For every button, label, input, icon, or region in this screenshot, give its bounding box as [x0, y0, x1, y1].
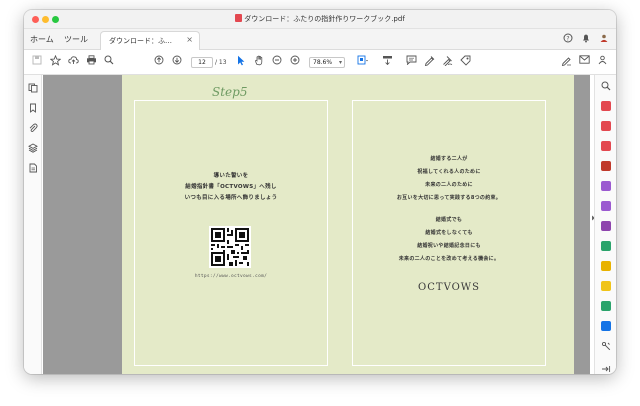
qr-code: [209, 226, 251, 268]
promise-line-3: 未来の二人のために: [425, 182, 473, 188]
main-toolbar: 12 / 13 78.6% ▾: [24, 50, 616, 75]
occasion-line-4: 未来の二人のことを改めて考える機会に。: [398, 256, 500, 262]
attachment-paperclip-icon[interactable]: [28, 123, 38, 133]
save-icon[interactable]: [30, 55, 44, 69]
page-number-input[interactable]: 12: [191, 57, 213, 68]
chevron-down-icon: ▾: [338, 59, 342, 66]
bookmark-icon[interactable]: [28, 103, 38, 113]
zoom-in-icon[interactable]: [288, 55, 302, 69]
fill-sign-icon[interactable]: [601, 201, 611, 211]
help-icon[interactable]: ?: [563, 33, 573, 46]
zoom-level-select[interactable]: 78.6% ▾: [309, 57, 345, 68]
sign-tool-icon[interactable]: [559, 55, 573, 69]
document-canvas[interactable]: Step5 導いた誓いを 結婚指針書「OCTVOWS」へ残し いつも目に入る場所…: [43, 75, 605, 374]
octvows-logo: OCTVOWS: [418, 282, 480, 293]
tab-home[interactable]: ホーム: [30, 34, 54, 45]
zoom-out-icon[interactable]: [270, 55, 284, 69]
layers-icon[interactable]: [28, 143, 38, 153]
combine-files-icon[interactable]: [601, 181, 611, 191]
page-total-label: / 13: [215, 59, 227, 66]
step-heading: Step5: [207, 85, 253, 99]
expand-rail-icon[interactable]: [600, 365, 612, 374]
document-properties-icon[interactable]: [28, 163, 38, 173]
previous-page-icon[interactable]: [152, 55, 166, 69]
window-title: ダウンロード：ふたりの指針作りワークブック.pdf: [244, 15, 405, 23]
tab-tools[interactable]: ツール: [64, 34, 88, 45]
page-thumbnails-icon[interactable]: [28, 83, 38, 93]
edit-pdf-icon[interactable]: [601, 121, 611, 131]
pdf-page: Step5 導いた誓いを 結婚指針書「OCTVOWS」へ残し いつも目に入る場所…: [122, 75, 574, 374]
vow-line-2: 結婚指針書「OCTVOWS」へ残し: [185, 184, 277, 190]
help-glyph: ?: [566, 35, 569, 42]
tab-document-label: ダウンロード：ふ…: [109, 37, 172, 45]
notification-bell-icon[interactable]: [581, 33, 591, 46]
export-pdf-icon[interactable]: [601, 101, 611, 111]
more-tools-icon[interactable]: [600, 341, 612, 354]
select-cursor-icon[interactable]: [234, 55, 248, 69]
window-title-wrap: ダウンロード：ふたりの指針作りワークブック.pdf: [24, 14, 616, 24]
organize-pages-icon[interactable]: [601, 161, 611, 171]
tab-document[interactable]: ダウンロード：ふ… ×: [100, 31, 200, 50]
bookmark-star-icon[interactable]: [48, 54, 62, 69]
account-avatar-icon[interactable]: [599, 33, 609, 46]
print-icon[interactable]: [84, 55, 98, 69]
promise-line-2: 祝福してくれる人のために: [417, 169, 481, 175]
hand-tool-icon[interactable]: [252, 55, 266, 69]
request-signature-icon[interactable]: [601, 221, 611, 231]
zoom-level-value: 78.6%: [313, 59, 333, 66]
share-people-icon[interactable]: [595, 55, 609, 69]
draw-pen-icon[interactable]: [440, 55, 454, 69]
page-layout-icon[interactable]: [356, 55, 370, 69]
close-tab-icon[interactable]: ×: [186, 35, 193, 44]
scroll-mode-icon[interactable]: [380, 55, 394, 69]
occasion-line-3: 結婚祝いや結婚記念日にも: [417, 243, 481, 249]
occasion-line-2: 結婚式をしなくても: [425, 230, 473, 236]
title-bar: ダウンロード：ふたりの指針作りワークブック.pdf: [24, 10, 616, 29]
vow-line-1: 導いた誓いを: [213, 173, 249, 179]
share-tool-icon[interactable]: [601, 281, 611, 291]
protect-shield-icon[interactable]: [601, 321, 611, 331]
mail-icon[interactable]: [577, 55, 591, 69]
pdf-file-icon: [235, 14, 243, 22]
website-url: https://www.octvows.com/: [194, 274, 268, 279]
upload-cloud-icon[interactable]: [66, 55, 80, 69]
search-tool-icon[interactable]: [600, 81, 612, 94]
left-navigation-rail: [24, 75, 42, 374]
promise-line-4: お互いを大切に思って実践する8つの約束。: [396, 195, 502, 201]
comment-icon[interactable]: [404, 55, 418, 69]
create-pdf-icon[interactable]: [601, 141, 611, 151]
tab-bar: ホーム ツール ダウンロード：ふ… × ?: [24, 29, 616, 50]
next-page-icon[interactable]: [170, 55, 184, 69]
vow-line-3: いつも目に入る場所へ飾りましょう: [184, 195, 278, 201]
occasion-line-1: 結婚式でも: [435, 217, 463, 223]
app-window: ダウンロード：ふたりの指針作りワークブック.pdf ホーム ツール ダウンロード…: [24, 10, 616, 374]
scan-ocr-icon[interactable]: [601, 241, 611, 251]
zoom-search-icon[interactable]: [102, 55, 116, 69]
compress-tool-icon[interactable]: [601, 301, 611, 311]
highlight-pen-icon[interactable]: [422, 55, 436, 69]
right-tools-rail: [594, 75, 616, 374]
comment-tool-icon[interactable]: [601, 261, 611, 271]
promise-line-1: 結婚する二人が: [430, 156, 468, 162]
stamp-tag-icon[interactable]: [458, 55, 472, 69]
